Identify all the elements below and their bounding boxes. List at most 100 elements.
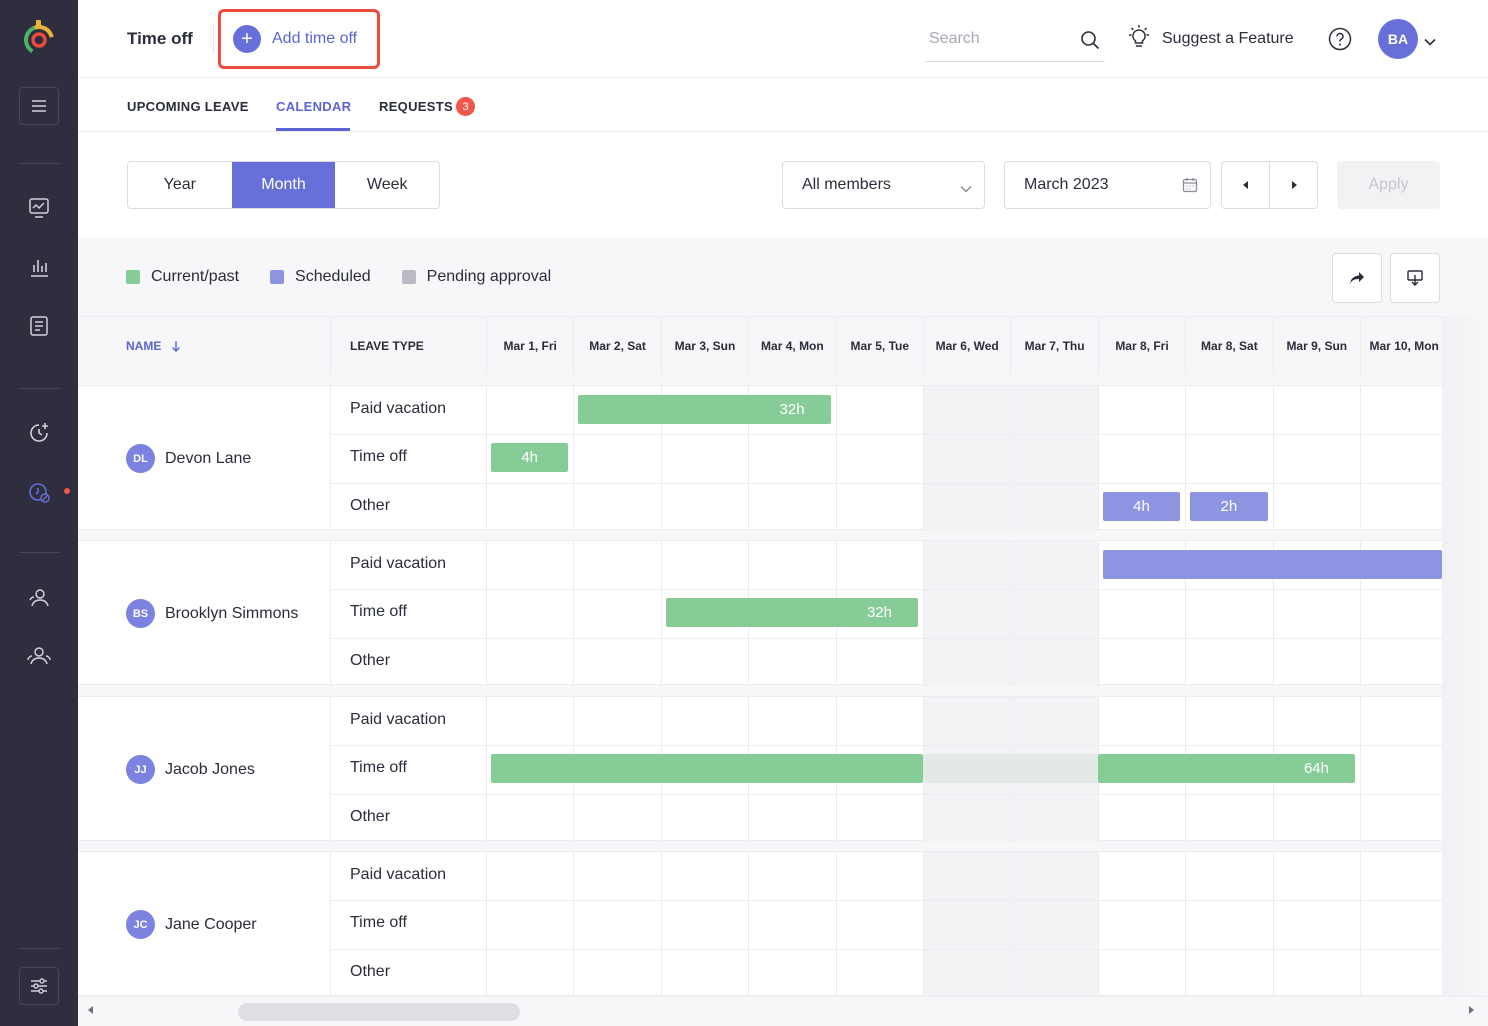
search-input[interactable] [925, 18, 1065, 60]
leave-bar[interactable]: 4h [1102, 491, 1181, 521]
tab-calendar[interactable]: CALENDAR [276, 99, 351, 114]
grid-line [330, 697, 331, 842]
leave-type-label: Paid vacation [350, 866, 447, 883]
grid-line [330, 948, 1442, 950]
leave-bar[interactable] [491, 754, 923, 784]
help-icon[interactable] [1328, 27, 1352, 56]
day-column-header: Mar 3, Sun [660, 317, 748, 375]
grid-line [1185, 386, 1187, 531]
members-select[interactable]: All members [782, 161, 985, 209]
day-column-header: Mar 8, Fri [1097, 317, 1185, 375]
lightbulb-icon [1126, 24, 1152, 55]
sort-arrow-down-icon [172, 341, 181, 352]
weekend-column [1010, 386, 1098, 531]
members-select-value: All members [802, 176, 891, 193]
leave-bar[interactable] [1102, 550, 1442, 579]
next-period-button[interactable] [1269, 162, 1317, 208]
tab-requests[interactable]: REQUESTS [379, 99, 453, 114]
leave-type-label: Paid vacation [350, 555, 447, 572]
tab-upcoming-leave[interactable]: UPCOMING LEAVE [127, 99, 249, 114]
app-logo-icon[interactable] [19, 18, 59, 58]
grid-line [923, 541, 924, 686]
weekend-column [923, 852, 1011, 997]
grid-line [330, 434, 1442, 436]
add-time-icon[interactable] [19, 413, 59, 453]
apply-button[interactable]: Apply [1337, 161, 1440, 209]
user-avatar[interactable]: BA [1378, 19, 1418, 59]
leave-bar[interactable]: 4h [491, 443, 569, 473]
dashboard-icon[interactable] [19, 188, 59, 228]
date-picker[interactable]: March 2023 [1004, 161, 1211, 209]
person-name: Jane Cooper [165, 915, 257, 933]
person-group: JJ Jacob Jones Paid vacation Time off Othe… [78, 696, 1442, 842]
hamburger-icon[interactable] [19, 87, 59, 125]
horizontal-scrollbar[interactable] [78, 996, 1488, 1026]
avatar: JC [126, 910, 155, 939]
chevron-down-icon[interactable] [1424, 33, 1436, 51]
legend-label: Current/past [151, 268, 240, 285]
grid-line [1360, 697, 1361, 842]
grid-line [1360, 852, 1361, 997]
person-cell: BS Brooklyn Simmons [126, 599, 298, 628]
day-column-header: Mar 7, Thu [1010, 317, 1097, 375]
weekend-column [1010, 852, 1098, 997]
previous-period-button[interactable] [1222, 162, 1269, 208]
name-column-header[interactable]: NAME [78, 317, 330, 375]
view-week-button[interactable]: Week [335, 162, 439, 208]
grid-line [486, 852, 487, 997]
reports-icon[interactable] [19, 247, 59, 287]
leave-type-label: Paid vacation [350, 400, 447, 417]
person-group: BS Brooklyn Simmons Paid vacation Time of… [78, 540, 1442, 686]
grid-line [486, 386, 487, 531]
grid-line [330, 793, 1442, 795]
grid-line [1272, 852, 1274, 997]
view-year-button[interactable]: Year [128, 162, 232, 208]
grid-line [1010, 852, 1012, 997]
leave-bar[interactable] [923, 754, 1098, 784]
timesheet-icon[interactable] [19, 306, 59, 346]
leave-type-label: Other [350, 651, 391, 669]
day-column-header: Mar 10, Mon [1360, 317, 1447, 375]
grid-line [923, 852, 924, 997]
settings-icon[interactable] [19, 967, 59, 1005]
add-time-off-button[interactable]: + Add time off [218, 9, 380, 69]
scrollbar-thumb[interactable] [238, 1003, 520, 1021]
leave-bar[interactable]: 2h [1190, 491, 1268, 521]
notification-dot [64, 488, 70, 494]
scroll-right-icon [1469, 1006, 1474, 1014]
leave-bar[interactable]: 64h [1097, 754, 1355, 784]
legend-scheduled: Scheduled [270, 268, 371, 286]
active-tab-indicator [276, 128, 350, 131]
add-time-off-label: Add time off [272, 30, 358, 47]
legend-swatch [126, 270, 140, 284]
team-icon[interactable] [19, 578, 59, 618]
grid-line [573, 852, 575, 997]
grid-line [330, 482, 1442, 484]
person-name: Jacob Jones [165, 760, 255, 778]
search-icon[interactable] [1080, 30, 1100, 55]
leave-bar[interactable]: 32h [665, 598, 918, 628]
grid-line [1272, 386, 1274, 531]
day-column-header: Mar 8, Sat [1185, 317, 1272, 375]
search-box [925, 18, 1105, 62]
requests-count-badge: 3 [456, 97, 475, 116]
grid-line [573, 386, 575, 531]
leave-type-label: Time off [350, 603, 407, 621]
grid-line [330, 541, 331, 686]
leave-type-label: Other [350, 496, 391, 514]
grid-line [1360, 386, 1361, 531]
leave-bar[interactable]: 32h [578, 395, 831, 424]
view-month-button[interactable]: Month [231, 162, 336, 208]
leave-type-label: Time off [350, 914, 407, 932]
members-icon[interactable] [19, 636, 59, 676]
legend-current-past: Current/past [126, 268, 239, 286]
download-button[interactable] [1390, 253, 1440, 303]
time-off-icon[interactable] [19, 472, 59, 512]
sidebar-divider [19, 163, 59, 164]
leave-type-label: Time off [350, 448, 407, 466]
avatar: JJ [126, 755, 155, 784]
suggest-feature-button[interactable]: Suggest a Feature [1126, 24, 1294, 54]
grid-line [486, 697, 487, 842]
share-button[interactable] [1332, 253, 1382, 303]
top-header: Time off + Add time off Suggest a Featur… [78, 0, 1488, 78]
